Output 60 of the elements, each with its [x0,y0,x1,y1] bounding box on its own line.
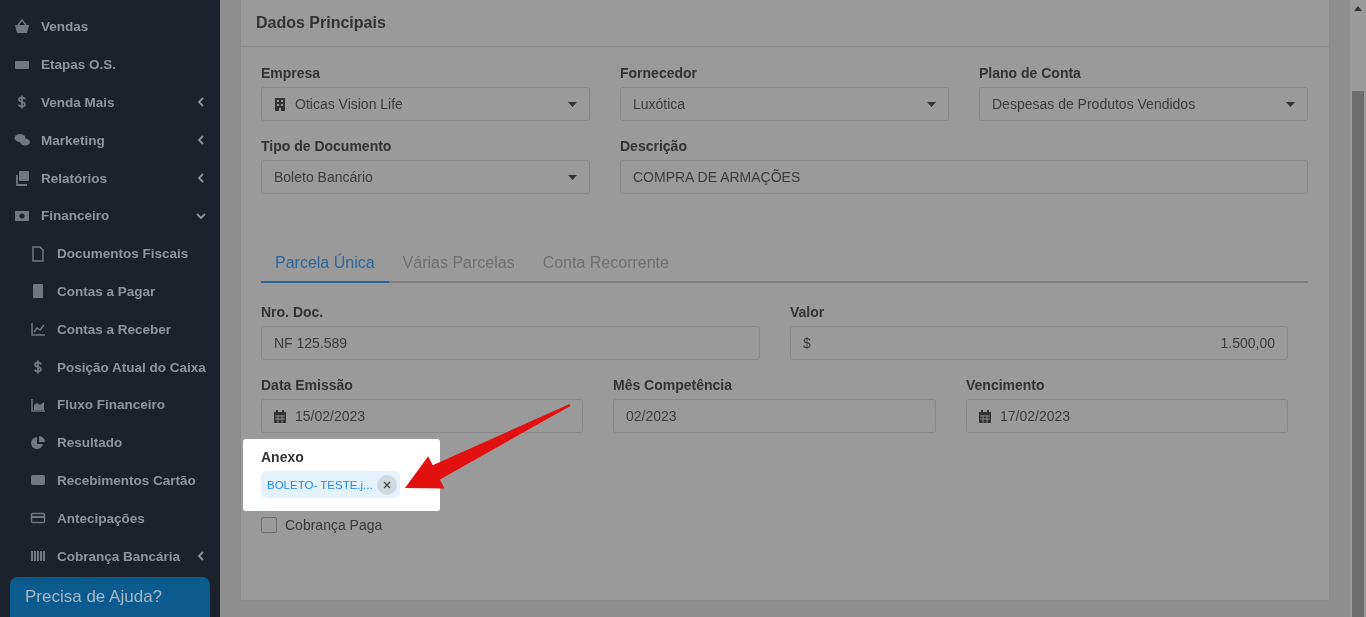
select-field[interactable]: Oticas Vision Life [261,87,590,121]
sidebar-subitem[interactable]: Contas a Receber [0,310,220,349]
sidebar-item[interactable]: Vendas [0,8,220,46]
select-field[interactable]: Despesas de Produtos Vendidos [979,87,1308,121]
sidebar-item[interactable]: Financeiro [0,197,220,235]
basket-icon [14,18,30,35]
sidebar-subitem[interactable]: Cobrança Bancária [0,537,220,575]
select-field[interactable]: Luxótica [620,87,949,121]
input-field[interactable]: COMPRA DE ARMAÇÕES [620,160,1308,194]
field-label: Tipo de Documento [261,137,393,156]
input-field[interactable]: 02/2023 [613,399,936,433]
input-field[interactable]: NF 125.589 [261,326,760,360]
caret-icon [568,174,577,180]
calculator-icon [30,283,46,300]
sidebar-subitem[interactable]: Antecipações [0,499,220,538]
date-field[interactable]: 15/02/2023 [261,399,583,433]
line-chart-icon [30,321,46,338]
copy-icon [14,170,30,187]
sidebar-subitem[interactable]: Documentos Fiscais [0,234,220,273]
sidebar-subitem[interactable]: Fluxo Financeiro [0,385,220,424]
field-label: Plano de Conta [979,64,1082,83]
field-label: Vencimento [966,376,1046,395]
card-title: Dados Principais [256,14,386,32]
caret-icon [927,101,936,107]
remove-button[interactable] [377,474,397,495]
field-label: Nro. Doc. [261,303,325,322]
sidebar-subitem[interactable]: Posição Atual do Caixa [0,348,220,386]
field-label: Fornecedor [620,64,698,83]
caret-icon [1286,101,1295,107]
sidebar-item[interactable]: Venda Mais [0,83,220,122]
select-field[interactable]: Boleto Bancário [261,160,590,194]
input-field[interactable]: $ 1.500,00 [790,326,1288,360]
caret-icon [568,101,577,107]
sidebar-item[interactable]: Etapas O.S. [0,45,220,84]
date-field[interactable]: 17/02/2023 [966,399,1288,433]
area-chart-icon [30,396,46,413]
sidebar-subitem[interactable]: Recebimentos Cartão [0,461,220,500]
help-button[interactable]: Precisa de Ajuda? [10,577,210,617]
pie-chart-icon [30,434,46,451]
scrollbar[interactable] [1350,0,1366,617]
checkbox-label: Cobrança Paga [285,517,383,533]
sidebar-item[interactable]: Marketing [0,121,220,160]
field-label: Data Emissão [261,376,354,395]
sidebar-subitem[interactable]: Contas a Pagar [0,272,220,311]
scroll-up-icon[interactable] [1354,6,1362,11]
field-label: Mês Competência [613,376,734,395]
file-chip[interactable]: BOLETO- TESTE.j... [261,471,400,498]
calendar-icon [274,409,286,423]
scrollbar-thumb[interactable] [1352,91,1364,617]
sidebar-item[interactable]: Relatórios [0,159,220,197]
calendar-icon [979,409,991,423]
field-label: Descrição [620,137,688,156]
field-label: Empresa [261,64,322,83]
file-icon [30,245,46,262]
building-icon [274,97,286,111]
sidebar-subitem[interactable]: Resultado [0,423,220,462]
close-icon [383,480,391,489]
field-label: Anexo [261,448,305,467]
checkbox[interactable] [261,517,277,533]
field-label: Valor [790,303,826,322]
